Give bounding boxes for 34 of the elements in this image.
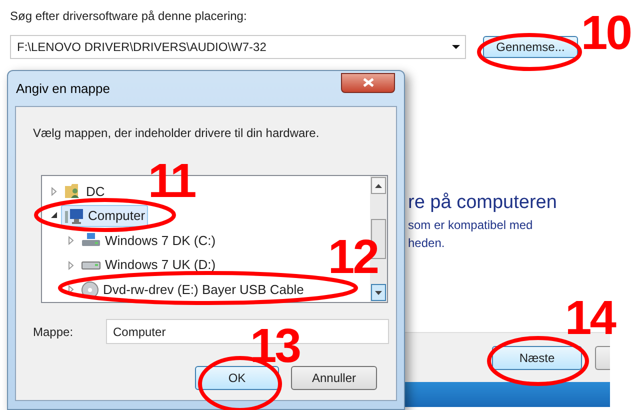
- dialog-instruction: Vælg mappen, der indeholder drivere til din hardware.: [32, 125, 320, 142]
- folder-icon: [64, 182, 82, 200]
- tree-item[interactable]: Dvd-rw-drev (E:) Bayer USB Cable: [78, 278, 307, 301]
- annotation-number: 12: [328, 238, 378, 278]
- tree-item[interactable]: Windows 7 DK (C:): [78, 229, 219, 252]
- tree-item[interactable]: Computer: [61, 204, 148, 227]
- ok-button[interactable]: OK: [195, 366, 279, 390]
- cancel-button[interactable]: Annuller: [291, 366, 377, 390]
- annotation-number: 10: [581, 14, 630, 54]
- expand-arrow-icon[interactable]: [67, 260, 75, 270]
- expand-arrow-icon[interactable]: [67, 285, 75, 294]
- drive-icon: [81, 259, 101, 272]
- path-combo-box[interactable]: F:\LENOVO DRIVER\DRIVERS\AUDIO\W7-32: [10, 35, 466, 59]
- collapse-arrow-icon[interactable]: [50, 211, 58, 220]
- scroll-down-icon[interactable]: [375, 290, 382, 294]
- description-text: som er kompatibel med: [408, 217, 534, 234]
- computer-icon: [64, 206, 84, 225]
- next-button[interactable]: Næste: [492, 346, 582, 370]
- close-button[interactable]: [341, 72, 395, 92]
- close-icon: [362, 78, 374, 87]
- folder-label: Mappe:: [33, 324, 74, 340]
- expand-arrow-icon[interactable]: [67, 236, 75, 245]
- partial-button[interactable]: [595, 346, 610, 370]
- annotation-number: 14: [565, 299, 614, 339]
- tree-item[interactable]: Windows 7 UK (D:): [78, 254, 219, 276]
- drive-icon: [81, 232, 101, 248]
- tree-item[interactable]: DC: [61, 180, 108, 202]
- heading-text: re på computeren: [408, 192, 558, 214]
- instruction-text: Søg efter driversoftware på denne placering:: [9, 8, 248, 24]
- description-text: heden.: [408, 235, 446, 252]
- expand-arrow-icon[interactable]: [50, 186, 58, 196]
- dialog-title: Angiv en mappe: [16, 80, 110, 98]
- dropdown-arrow-icon: [452, 45, 460, 49]
- scroll-up-icon[interactable]: [375, 184, 382, 188]
